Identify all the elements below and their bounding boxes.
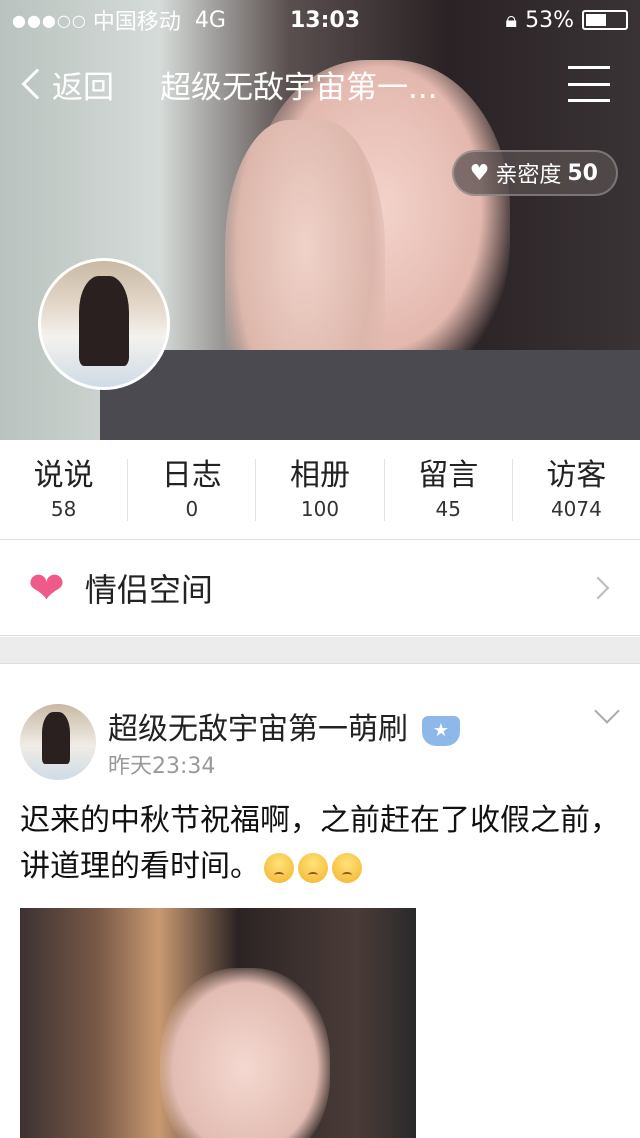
heart-icon: ♥: [469, 160, 490, 186]
post-avatar[interactable]: [20, 704, 96, 780]
unamused-emoji-icon: [264, 852, 294, 883]
stat-visitors[interactable]: 访客 4074: [513, 457, 640, 521]
cover-sweater: [100, 350, 640, 440]
stat-album[interactable]: 相册 100: [256, 457, 385, 521]
chevron-right-icon: [586, 576, 610, 600]
chevron-left-icon: [21, 68, 53, 100]
post-time: 昨天23:34: [108, 754, 216, 779]
back-button[interactable]: 返回: [16, 62, 114, 107]
stat-messages[interactable]: 留言 45: [385, 457, 513, 521]
couple-space-row[interactable]: ❤ 情侣空间: [0, 541, 640, 636]
stat-label: 留言: [418, 457, 479, 493]
nav-bar: 返回 超级无敌宇宙第一...: [0, 56, 640, 112]
menu-button[interactable]: [568, 66, 610, 102]
couple-space-label: 情侣空间: [84, 571, 213, 609]
stat-blog[interactable]: 日志 0: [128, 457, 257, 521]
stat-count: 58: [50, 496, 77, 521]
stat-label: 访客: [546, 457, 607, 493]
stat-count: 0: [185, 496, 199, 521]
stats-bar: 说说 58 日志 0 相册 100 留言 45 访客 4074: [0, 440, 640, 540]
rotation-lock-icon: 🔒︎: [505, 7, 518, 33]
battery-percent: 53%: [525, 7, 574, 33]
clock: 13:03: [290, 7, 361, 33]
unamused-emoji-icon: [298, 852, 328, 883]
network: 4G: [194, 7, 226, 33]
stat-label: 说说: [33, 457, 94, 493]
stat-label: 日志: [161, 457, 222, 493]
stat-count: 4074: [550, 496, 602, 521]
stat-count: 100: [300, 496, 340, 521]
intimacy-badge[interactable]: ♥ 亲密度 50: [451, 150, 618, 196]
intimacy-value: 50: [567, 160, 598, 186]
stat-shuoshuo[interactable]: 说说 58: [0, 457, 129, 521]
page-title: 超级无敌宇宙第一...: [160, 69, 438, 106]
chevron-down-icon[interactable]: [594, 698, 620, 724]
battery-icon: [582, 10, 628, 30]
vip-badge-icon: ★: [422, 715, 460, 746]
post-text-block: 迟来的中秋节祝福啊，之前赶在了收假之前，讲道理的看时间。: [20, 798, 620, 890]
avatar[interactable]: [38, 258, 170, 390]
intimacy-label: 亲密度: [495, 163, 562, 188]
signal-icon: ●●●○○: [12, 10, 87, 30]
unamused-emoji-icon: [332, 852, 362, 883]
section-divider: [0, 637, 640, 664]
stat-label: 相册: [290, 457, 350, 493]
back-label: 返回: [52, 69, 114, 106]
carrier: 中国移动: [92, 10, 181, 35]
stat-count: 45: [435, 496, 461, 521]
post-image[interactable]: [20, 908, 416, 1138]
post-author[interactable]: 超级无敌宇宙第一萌刷: [108, 712, 408, 747]
double-heart-icon: ❤: [28, 562, 65, 614]
status-bar: ●●●○○ 中国移动 4G 13:03 🔒︎ 53%: [0, 0, 640, 40]
